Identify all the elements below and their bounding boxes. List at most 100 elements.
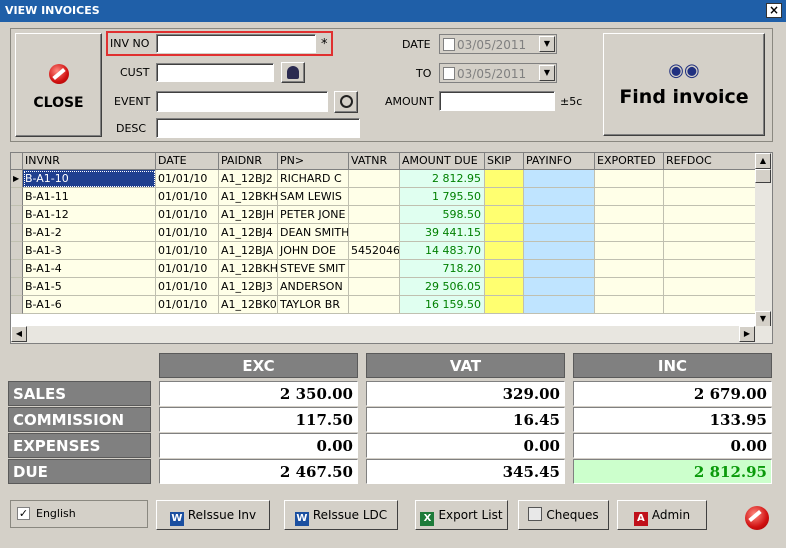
- cell-date[interactable]: 01/01/10: [156, 296, 219, 314]
- cell-amount[interactable]: 29 506.05: [400, 278, 485, 296]
- invoice-grid[interactable]: INVNR DATE PAIDNR PN> VATNR AMOUNT DUE S…: [10, 152, 773, 344]
- cell-payinfo[interactable]: [524, 242, 595, 260]
- cell-vatnr[interactable]: [349, 170, 400, 188]
- cell-paidnr[interactable]: A1_12BJA: [219, 242, 278, 260]
- cell-invnr[interactable]: B-A1-11: [23, 188, 156, 206]
- cell-pn[interactable]: STEVE SMIT: [278, 260, 349, 278]
- cell-amount[interactable]: 1 795.50: [400, 188, 485, 206]
- table-row[interactable]: B-A1-2 01/01/10 A1_12BJ4 DEAN SMITH 39 441.1…: [11, 224, 756, 242]
- cell-vatnr[interactable]: 5452046: [349, 242, 400, 260]
- cell-refdoc[interactable]: [664, 170, 756, 188]
- cell-payinfo[interactable]: [524, 224, 595, 242]
- cell-date[interactable]: 01/01/10: [156, 188, 219, 206]
- cell-invnr[interactable]: B-A1-12: [23, 206, 156, 224]
- cell-paidnr[interactable]: A1_12BKH: [219, 260, 278, 278]
- cell-pn[interactable]: ANDERSON: [278, 278, 349, 296]
- cell-exported[interactable]: [595, 170, 664, 188]
- cell-paidnr[interactable]: A1_12BJH: [219, 206, 278, 224]
- cell-payinfo[interactable]: [524, 260, 595, 278]
- chevron-down-icon[interactable]: ▼: [539, 36, 555, 52]
- col-payinfo[interactable]: PAYINFO: [524, 153, 595, 170]
- cell-invnr[interactable]: B-A1-10: [23, 170, 156, 188]
- cell-date[interactable]: 01/01/10: [156, 170, 219, 188]
- cell-skip[interactable]: [485, 170, 524, 188]
- cell-vatnr[interactable]: [349, 260, 400, 278]
- cell-ind[interactable]: [11, 224, 23, 242]
- scroll-up-icon[interactable]: ▲: [755, 153, 771, 169]
- cell-refdoc[interactable]: [664, 224, 756, 242]
- table-row[interactable]: B-A1-6 01/01/10 A1_12BK0 TAYLOR BR 16 159.50: [11, 296, 756, 314]
- date-to-picker[interactable]: 03/05/2011 ▼: [439, 63, 557, 83]
- cell-payinfo[interactable]: [524, 278, 595, 296]
- col-paidnr[interactable]: PAIDNR: [219, 153, 278, 170]
- cell-invnr[interactable]: B-A1-5: [23, 278, 156, 296]
- cell-refdoc[interactable]: [664, 278, 756, 296]
- table-row[interactable]: B-A1-5 01/01/10 A1_12BJ3 ANDERSON 29 506.05: [11, 278, 756, 296]
- cell-amount[interactable]: 598.50: [400, 206, 485, 224]
- cell-ind[interactable]: [11, 296, 23, 314]
- cell-payinfo[interactable]: [524, 188, 595, 206]
- cell-pn[interactable]: RICHARD C: [278, 170, 349, 188]
- cell-paidnr[interactable]: A1_12BK0: [219, 296, 278, 314]
- cust-search-button[interactable]: [281, 62, 305, 83]
- cell-pn[interactable]: JOHN DOE: [278, 242, 349, 260]
- cell-payinfo[interactable]: [524, 206, 595, 224]
- date-from-picker[interactable]: 03/05/2011 ▼: [439, 34, 557, 54]
- cell-invnr[interactable]: B-A1-6: [23, 296, 156, 314]
- cell-date[interactable]: 01/01/10: [156, 278, 219, 296]
- col-date[interactable]: DATE: [156, 153, 219, 170]
- cell-pn[interactable]: TAYLOR BR: [278, 296, 349, 314]
- grid-vertical-scrollbar[interactable]: ▲ ▼: [755, 153, 772, 327]
- reissue-inv-button[interactable]: W ReIssue Inv: [156, 500, 270, 530]
- cell-ind[interactable]: [11, 188, 23, 206]
- cell-refdoc[interactable]: [664, 242, 756, 260]
- cell-vatnr[interactable]: [349, 278, 400, 296]
- cell-paidnr[interactable]: A1_12BJ2: [219, 170, 278, 188]
- event-input[interactable]: [156, 91, 328, 112]
- table-row[interactable]: B-A1-11 01/01/10 A1_12BKH SAM LEWIS 1 795.50: [11, 188, 756, 206]
- close-button[interactable]: CLOSE: [15, 33, 102, 137]
- scroll-thumb[interactable]: [755, 169, 771, 183]
- cell-ind[interactable]: [11, 206, 23, 224]
- cell-vatnr[interactable]: [349, 206, 400, 224]
- cell-skip[interactable]: [485, 260, 524, 278]
- amount-input[interactable]: [439, 91, 555, 111]
- date-to-checkbox[interactable]: [443, 67, 455, 80]
- cell-ind[interactable]: [11, 242, 23, 260]
- cell-skip[interactable]: [485, 278, 524, 296]
- cell-skip[interactable]: [485, 296, 524, 314]
- export-list-button[interactable]: X Export List: [415, 500, 508, 530]
- event-timer-button[interactable]: [334, 91, 358, 113]
- cell-invnr[interactable]: B-A1-2: [23, 224, 156, 242]
- cell-invnr[interactable]: B-A1-4: [23, 260, 156, 278]
- inv-no-input[interactable]: [156, 34, 316, 53]
- cell-payinfo[interactable]: [524, 170, 595, 188]
- table-row[interactable]: ▶ B-A1-10 01/01/10 A1_12BJ2 RICHARD C 2 812.9…: [11, 170, 756, 188]
- language-checkbox[interactable]: ✓: [17, 507, 30, 520]
- cell-amount[interactable]: 14 483.70: [400, 242, 485, 260]
- cell-payinfo[interactable]: [524, 296, 595, 314]
- cell-date[interactable]: 01/01/10: [156, 260, 219, 278]
- cell-refdoc[interactable]: [664, 206, 756, 224]
- cell-amount[interactable]: 718.20: [400, 260, 485, 278]
- reissue-ldc-button[interactable]: W ReIssue LDC: [284, 500, 398, 530]
- cell-refdoc[interactable]: [664, 296, 756, 314]
- cell-pn[interactable]: DEAN SMITH: [278, 224, 349, 242]
- cell-paidnr[interactable]: A1_12BKH: [219, 188, 278, 206]
- cell-skip[interactable]: [485, 188, 524, 206]
- col-refdoc[interactable]: REFDOC: [664, 153, 756, 170]
- cell-amount[interactable]: 39 441.15: [400, 224, 485, 242]
- cell-exported[interactable]: [595, 278, 664, 296]
- window-close-button[interactable]: ×: [766, 3, 782, 18]
- cell-pn[interactable]: PETER JONE: [278, 206, 349, 224]
- stop-button[interactable]: [745, 506, 769, 533]
- cell-date[interactable]: 01/01/10: [156, 242, 219, 260]
- cell-ind[interactable]: [11, 260, 23, 278]
- cell-skip[interactable]: [485, 242, 524, 260]
- col-invnr[interactable]: INVNR: [23, 153, 156, 170]
- col-skip[interactable]: SKIP: [485, 153, 524, 170]
- cell-refdoc[interactable]: [664, 188, 756, 206]
- cell-skip[interactable]: [485, 224, 524, 242]
- col-amount-due[interactable]: AMOUNT DUE: [400, 153, 485, 170]
- cell-ind[interactable]: [11, 278, 23, 296]
